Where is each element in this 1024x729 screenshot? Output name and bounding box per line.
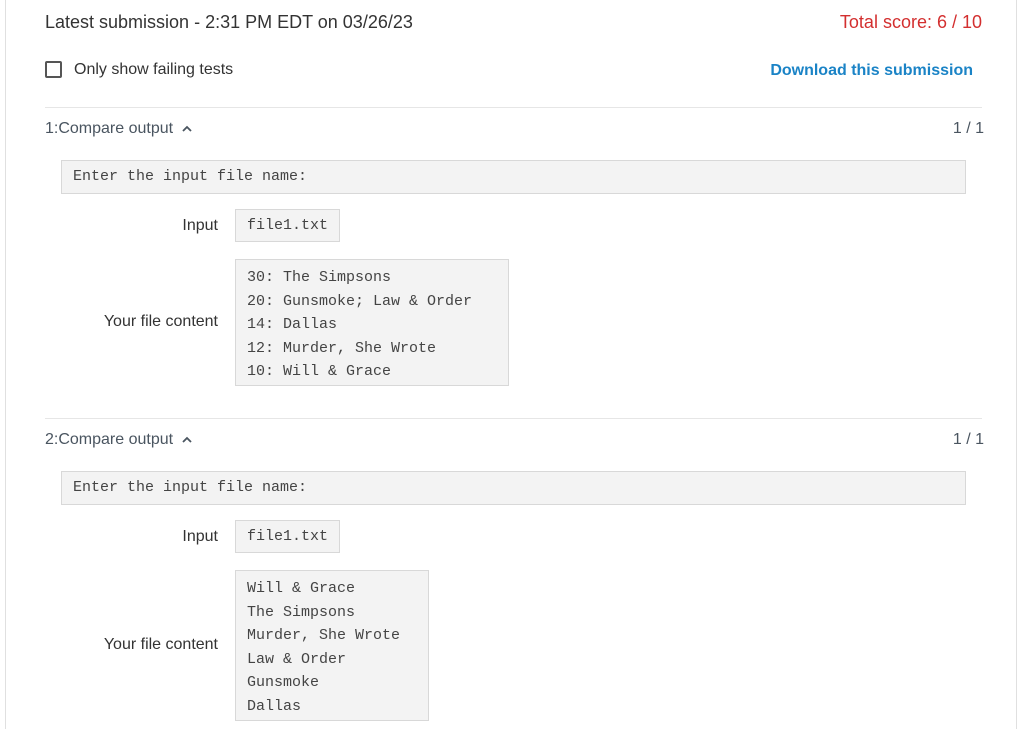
test-score: 1 / 1 — [952, 431, 984, 448]
only-failing-label[interactable]: Only show failing tests — [74, 61, 233, 79]
test-title-toggle[interactable]: 2:Compare output — [45, 431, 193, 449]
test-header: 1:Compare output 1 / 1 — [45, 120, 984, 142]
submission-header: Latest submission - 2:31 PM EDT on 03/26… — [45, 10, 982, 36]
download-submission-link[interactable]: Download this submission — [770, 62, 973, 80]
test-case-2: 2:Compare output 1 / 1 Enter the input f… — [6, 431, 1018, 729]
file-content-label: Your file content — [103, 636, 218, 653]
test-case-1: 1:Compare output 1 / 1 Enter the input f… — [6, 120, 1018, 390]
file-content: Will & Grace The Simpsons Murder, She Wr… — [235, 570, 429, 721]
divider — [45, 107, 982, 108]
options-row: Only show failing tests Download this su… — [45, 60, 973, 84]
input-value: file1.txt — [235, 520, 341, 553]
submission-panel: Latest submission - 2:31 PM EDT on 03/26… — [5, 0, 1017, 729]
input-label: Input — [182, 217, 218, 234]
divider — [45, 418, 982, 419]
total-score: Total score: 6 / 10 — [839, 12, 982, 32]
latest-submission-text: Latest submission - 2:31 PM EDT on 03/26… — [45, 12, 413, 32]
test-score: 1 / 1 — [952, 120, 984, 137]
file-content-label: Your file content — [103, 313, 218, 330]
expected-prompt: Enter the input file name: — [61, 471, 966, 505]
file-content: 30: The Simpsons 20: Gunsmoke; Law & Ord… — [235, 259, 509, 386]
chevron-up-icon — [182, 436, 192, 443]
expected-prompt: Enter the input file name: — [61, 160, 966, 194]
input-value: file1.txt — [235, 209, 341, 242]
chevron-up-icon — [182, 125, 192, 132]
only-failing-checkbox[interactable] — [45, 61, 62, 78]
test-header: 2:Compare output 1 / 1 — [45, 431, 984, 453]
input-label: Input — [182, 528, 218, 545]
test-title-toggle[interactable]: 1:Compare output — [45, 120, 193, 138]
test-title: 2:Compare output — [45, 431, 174, 448]
test-title: 1:Compare output — [45, 120, 174, 137]
